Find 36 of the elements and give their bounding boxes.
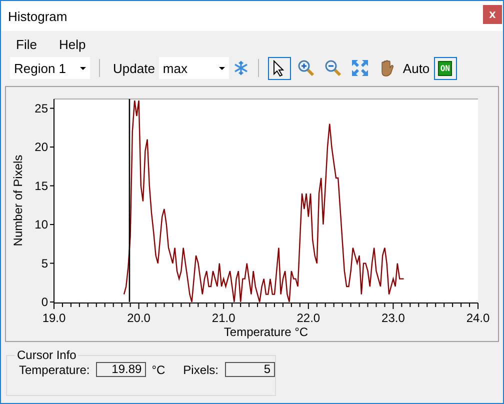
menu-item[interactable]: Help bbox=[58, 37, 86, 55]
x-tick-label: 21.0 bbox=[212, 311, 236, 325]
close-button[interactable]: x bbox=[483, 4, 502, 24]
x-tick-label: 20.0 bbox=[127, 311, 150, 325]
menu-item[interactable]: File bbox=[16, 37, 37, 55]
group-title: Cursor Info bbox=[16, 348, 78, 362]
y-tick-label: 5 bbox=[41, 256, 48, 270]
hand-icon bbox=[379, 59, 396, 77]
update-dropdown[interactable]: max bbox=[158, 57, 229, 79]
update-label: Update bbox=[113, 60, 155, 76]
auto-label: Auto bbox=[402, 60, 430, 76]
pointer-icon bbox=[273, 60, 286, 76]
x-axis-title: Temperature °C bbox=[224, 325, 308, 339]
zoom-in-icon bbox=[297, 59, 316, 77]
x-tick-label: 23.0 bbox=[382, 311, 405, 325]
region-dropdown[interactable]: Region 1 bbox=[10, 57, 90, 79]
y-tick-label: 15 bbox=[34, 178, 48, 193]
y-tick-label: 20 bbox=[34, 140, 48, 154]
y-tick-label: 0 bbox=[41, 295, 48, 309]
auto-toggle[interactable]: ON bbox=[434, 56, 457, 80]
pointer-button[interactable] bbox=[268, 56, 291, 80]
window-title: Histogram bbox=[8, 8, 68, 24]
pixels-label: Pixels: bbox=[183, 362, 219, 376]
temperature-label: Temperature: bbox=[19, 362, 90, 376]
snowflake-icon[interactable] bbox=[232, 60, 249, 76]
zoom-out-icon bbox=[324, 59, 342, 77]
x-tick-label: 19.0 bbox=[42, 311, 66, 325]
temperature-field: 19.89 bbox=[96, 362, 146, 377]
x-tick-label: 24.0 bbox=[466, 311, 490, 325]
x-tick-label: 22.0 bbox=[296, 311, 320, 325]
y-tick-label: 10 bbox=[34, 218, 48, 232]
y-axis-title: Number of Pixels bbox=[11, 154, 25, 246]
pixels-field: 5 bbox=[224, 362, 275, 377]
fit-icon bbox=[351, 59, 370, 77]
unit-label: °C bbox=[152, 362, 166, 376]
y-tick-label: 25 bbox=[34, 101, 48, 116]
